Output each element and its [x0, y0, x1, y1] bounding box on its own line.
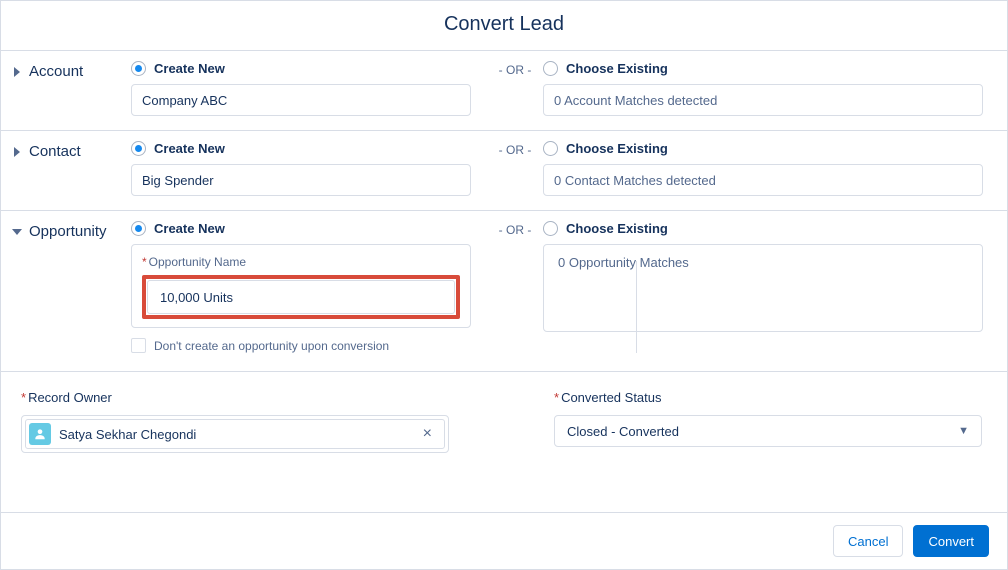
opportunity-matches-box[interactable]: 0 Opportunity Matches	[543, 244, 983, 332]
radio-icon	[543, 61, 558, 76]
convert-lead-modal: Convert Lead Account Create New - OR - C…	[0, 0, 1008, 570]
skip-opportunity-checkbox[interactable]: Don't create an opportunity upon convers…	[131, 338, 487, 353]
bottom-section: *Record Owner Satya Sekhar Chegondi × *C…	[1, 371, 1007, 475]
section-header-contact[interactable]: Contact	[9, 141, 131, 196]
converted-status-select[interactable]: Closed - Converted ▼	[554, 415, 982, 447]
radio-label: Create New	[154, 141, 225, 156]
radio-label: Create New	[154, 221, 225, 236]
convert-button[interactable]: Convert	[913, 525, 989, 557]
or-separator: - OR -	[487, 221, 543, 237]
pill-content: Satya Sekhar Chegondi	[29, 423, 196, 445]
converted-status-field: *Converted Status Closed - Converted ▼	[554, 390, 987, 453]
checkbox-icon	[131, 338, 146, 353]
record-owner-input[interactable]: Satya Sekhar Chegondi ×	[21, 415, 449, 453]
section-contact: Contact Create New - OR - Choose Existin…	[1, 130, 1007, 210]
account-matches-box[interactable]: 0 Account Matches detected	[543, 84, 983, 116]
col-create-new: Create New *Opportunity Name Don't creat…	[131, 221, 487, 353]
highlight-box	[142, 275, 460, 319]
chevron-down-icon	[9, 224, 25, 240]
required-icon: *	[554, 390, 559, 405]
checkbox-label: Don't create an opportunity upon convers…	[154, 339, 389, 353]
radio-choose-existing-opportunity[interactable]: Choose Existing	[543, 221, 983, 236]
col-create-new: Create New	[131, 61, 487, 116]
cancel-button[interactable]: Cancel	[833, 525, 903, 557]
opportunity-form: *Opportunity Name	[131, 244, 471, 328]
radio-label: Choose Existing	[566, 221, 668, 236]
contact-matches-box[interactable]: 0 Contact Matches detected	[543, 164, 983, 196]
matches-text: 0 Account Matches detected	[554, 93, 717, 108]
record-owner-field: *Record Owner Satya Sekhar Chegondi ×	[21, 390, 454, 453]
col-create-new: Create New	[131, 141, 487, 196]
required-icon: *	[142, 255, 147, 269]
record-owner-label: *Record Owner	[21, 390, 454, 405]
chevron-right-icon	[9, 144, 25, 160]
owner-name: Satya Sekhar Chegondi	[59, 427, 196, 442]
section-label: Account	[29, 63, 83, 80]
chevron-right-icon	[9, 64, 25, 80]
col-choose-existing: Choose Existing 0 Opportunity Matches	[543, 221, 983, 332]
opportunity-name-label: *Opportunity Name	[142, 255, 460, 269]
or-separator: - OR -	[487, 141, 543, 157]
close-icon[interactable]: ×	[419, 425, 436, 443]
section-opportunity: Opportunity Create New *Opportunity Name…	[1, 210, 1007, 371]
section-label: Contact	[29, 143, 81, 160]
radio-create-new-account[interactable]: Create New	[131, 61, 487, 76]
radio-label: Create New	[154, 61, 225, 76]
select-value: Closed - Converted	[567, 424, 679, 439]
contact-name-input[interactable]	[131, 164, 471, 196]
radio-icon	[543, 221, 558, 236]
radio-icon	[543, 141, 558, 156]
section-account: Account Create New - OR - Choose Existin…	[1, 50, 1007, 130]
modal-footer: Cancel Convert	[1, 512, 1007, 569]
section-label: Opportunity	[29, 223, 107, 240]
required-icon: *	[21, 390, 26, 405]
radio-icon	[131, 221, 146, 236]
owner-pill: Satya Sekhar Chegondi ×	[25, 419, 445, 449]
radio-label: Choose Existing	[566, 61, 668, 76]
radio-icon	[131, 141, 146, 156]
or-separator: - OR -	[487, 61, 543, 77]
radio-choose-existing-contact[interactable]: Choose Existing	[543, 141, 983, 156]
matches-text: 0 Contact Matches detected	[554, 173, 716, 188]
divider-line	[636, 261, 637, 353]
col-choose-existing: Choose Existing 0 Contact Matches detect…	[543, 141, 983, 196]
col-choose-existing: Choose Existing 0 Account Matches detect…	[543, 61, 983, 116]
opportunity-name-input[interactable]	[147, 280, 455, 314]
radio-create-new-contact[interactable]: Create New	[131, 141, 487, 156]
radio-choose-existing-account[interactable]: Choose Existing	[543, 61, 983, 76]
account-name-input[interactable]	[131, 84, 471, 116]
section-header-opportunity[interactable]: Opportunity	[9, 221, 131, 353]
radio-label: Choose Existing	[566, 141, 668, 156]
user-icon	[29, 423, 51, 445]
modal-title: Convert Lead	[1, 1, 1007, 50]
matches-text: 0 Opportunity Matches	[558, 255, 689, 270]
chevron-down-icon: ▼	[958, 425, 969, 437]
section-header-account[interactable]: Account	[9, 61, 131, 116]
section-columns: Create New - OR - Choose Existing 0 Cont…	[131, 141, 993, 196]
radio-create-new-opportunity[interactable]: Create New	[131, 221, 487, 236]
section-columns: Create New - OR - Choose Existing 0 Acco…	[131, 61, 993, 116]
section-columns: Create New *Opportunity Name Don't creat…	[131, 221, 993, 353]
radio-icon	[131, 61, 146, 76]
converted-status-label: *Converted Status	[554, 390, 987, 405]
